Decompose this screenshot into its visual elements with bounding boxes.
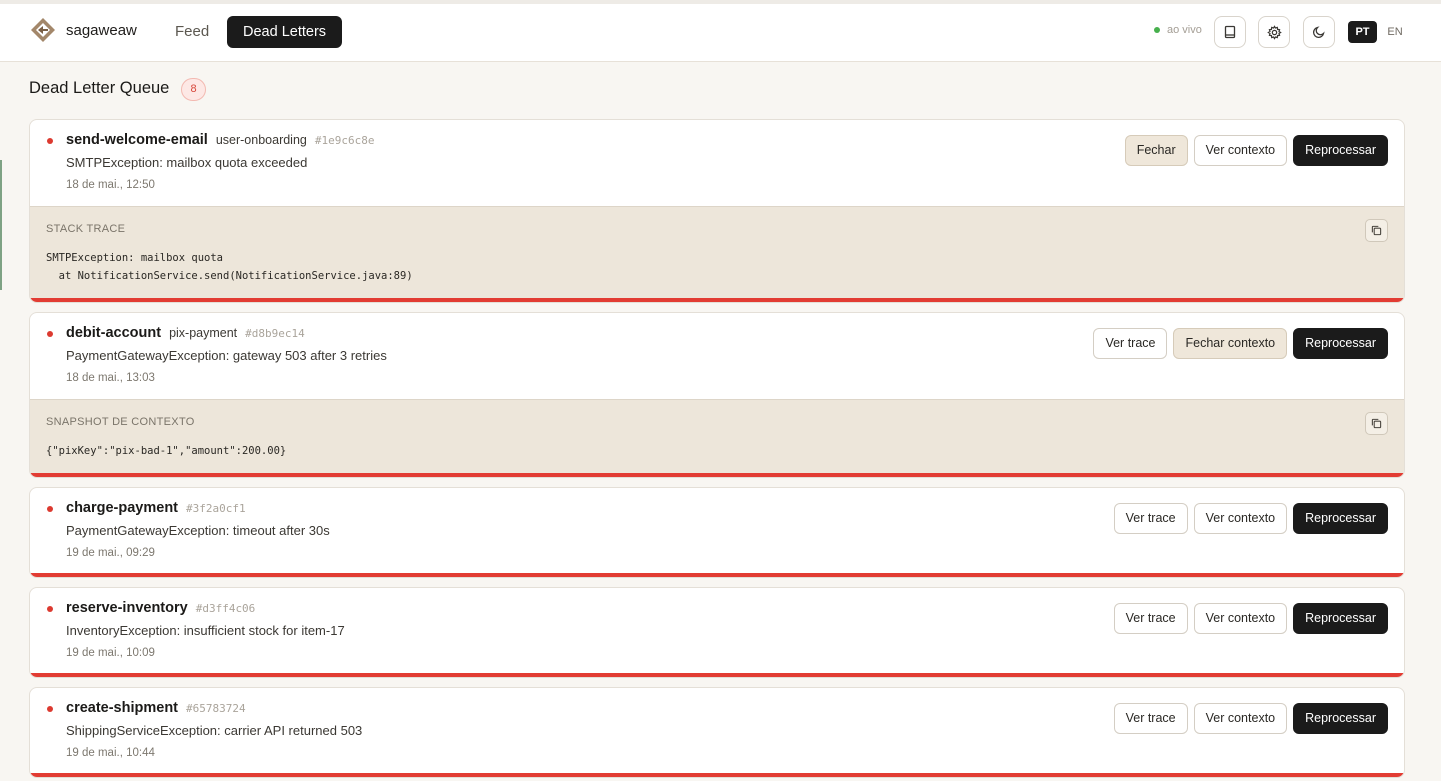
detail-title: STACK TRACE (46, 223, 126, 235)
dead-letter-card: send-welcome-email user-onboarding #1e9c… (29, 119, 1405, 303)
stack-trace-panel: STACK TRACE SMTPException: mailbox quota… (30, 206, 1404, 302)
live-indicator: ao vivo (1154, 24, 1202, 36)
reprocess-button[interactable]: Reprocessar (1293, 603, 1388, 634)
view-trace-button[interactable]: Ver trace (1113, 703, 1188, 734)
timestamp: 19 de mai., 10:09 (66, 647, 155, 659)
timestamp: 19 de mai., 10:44 (66, 747, 155, 759)
step-name: send-welcome-email (66, 132, 208, 148)
dead-letter-card: create-shipment #65783724 ShippingServic… (29, 687, 1405, 778)
view-context-button[interactable]: Ver contexto (1193, 503, 1288, 534)
stack-trace-line: SMTPException: mailbox quota (46, 252, 224, 264)
reprocess-button[interactable]: Reprocessar (1293, 703, 1388, 734)
timestamp: 18 de mai., 12:50 (66, 179, 155, 191)
timestamp: 18 de mai., 13:03 (66, 372, 155, 384)
saga-id: #d8b9ec14 (245, 327, 305, 340)
error-message: SMTPException: mailbox quota exceeded (66, 155, 308, 170)
view-context-button[interactable]: Ver contexto (1193, 135, 1288, 166)
nav-tab-feed[interactable]: Feed (159, 16, 225, 48)
reprocess-button[interactable]: Reprocessar (1293, 135, 1388, 166)
live-label: ao vivo (1167, 24, 1202, 36)
copy-button[interactable] (1365, 412, 1388, 435)
theme-toggle-button[interactable] (1303, 16, 1335, 48)
close-context-button[interactable]: Fechar contexto (1173, 328, 1288, 359)
app-header: sagaweaw Feed Dead Letters ao vivo PT EN (0, 4, 1441, 62)
error-message: PaymentGatewayException: gateway 503 aft… (66, 348, 387, 363)
settings-button[interactable] (1258, 16, 1290, 48)
error-bar (30, 573, 1404, 577)
reprocess-button[interactable]: Reprocessar (1293, 328, 1388, 359)
docs-button[interactable] (1214, 16, 1246, 48)
live-dot-icon (1154, 27, 1160, 33)
view-context-button[interactable]: Ver contexto (1193, 603, 1288, 634)
error-bar (30, 673, 1404, 677)
dead-letter-card: debit-account pix-payment #d8b9ec14 Paym… (29, 312, 1405, 478)
status-dot-icon (47, 706, 53, 712)
nav-tab-dead-letters[interactable]: Dead Letters (227, 16, 343, 48)
gear-icon (1266, 24, 1282, 40)
dead-letter-card: charge-payment #3f2a0cf1 PaymentGatewayE… (29, 487, 1405, 578)
step-name: reserve-inventory (66, 600, 188, 616)
error-bar (30, 298, 1404, 302)
saga-id: #1e9c6c8e (314, 134, 375, 147)
detail-title: SNAPSHOT DE CONTEXTO (46, 416, 195, 428)
step-name: charge-payment (66, 500, 179, 516)
view-trace-button[interactable]: Ver trace (1093, 328, 1168, 359)
saga-id: #d3ff4c06 (195, 602, 256, 615)
error-bar (30, 473, 1404, 477)
reprocess-button[interactable]: Reprocessar (1293, 503, 1388, 534)
copy-button[interactable] (1365, 219, 1388, 242)
dead-letter-card: reserve-inventory #d3ff4c06 InventoryExc… (29, 587, 1405, 678)
saga-name: pix-payment (169, 326, 238, 340)
sagaweaw-logo-icon[interactable] (30, 17, 56, 43)
close-trace-button[interactable]: Fechar (1124, 135, 1188, 166)
saga-name: user-onboarding (215, 133, 307, 147)
page-title: Dead Letter Queue (29, 79, 170, 97)
timestamp: 19 de mai., 09:29 (66, 547, 155, 559)
status-dot-icon (47, 606, 53, 612)
lang-pt-button[interactable]: PT (1348, 21, 1377, 43)
dead-letter-count-badge: 8 (181, 78, 206, 101)
lang-en-button[interactable]: EN (1382, 21, 1408, 43)
status-dot-icon (47, 138, 53, 144)
error-message: InventoryException: insufficient stock f… (66, 623, 345, 638)
view-context-button[interactable]: Ver contexto (1193, 703, 1288, 734)
stack-trace-line: at NotificationService.send(Notification… (46, 270, 413, 282)
view-trace-button[interactable]: Ver trace (1113, 603, 1188, 634)
book-icon (1224, 25, 1236, 39)
copy-icon (1371, 225, 1382, 236)
saga-id: #3f2a0cf1 (186, 502, 246, 515)
view-trace-button[interactable]: Ver trace (1113, 503, 1188, 534)
context-snapshot-panel: SNAPSHOT DE CONTEXTO {"pixKey":"pix-bad-… (30, 399, 1404, 477)
error-bar (30, 773, 1404, 777)
error-message: ShippingServiceException: carrier API re… (66, 723, 363, 738)
status-dot-icon (47, 506, 53, 512)
status-dot-icon (47, 331, 53, 337)
saga-id: #65783724 (186, 702, 246, 715)
moon-icon (1312, 26, 1325, 39)
error-message: PaymentGatewayException: timeout after 3… (66, 523, 330, 538)
copy-icon (1371, 418, 1382, 429)
context-json: {"pixKey":"pix-bad-1","amount":200.00} (46, 445, 287, 457)
brand-name[interactable]: sagaweaw (66, 22, 137, 39)
left-edge-marker (0, 160, 2, 290)
step-name: create-shipment (66, 700, 179, 716)
step-name: debit-account (66, 325, 162, 341)
